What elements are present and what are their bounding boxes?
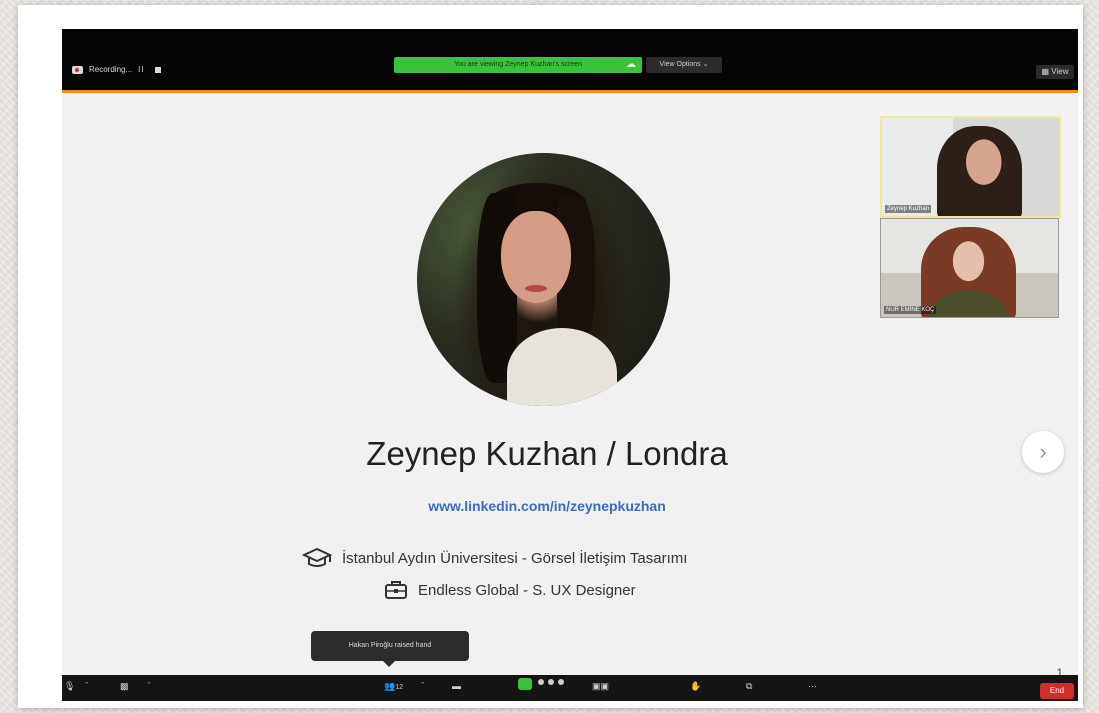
video-off-icon[interactable]: ▩ <box>120 681 129 692</box>
education-row: İstanbul Aydın Üniversitesi - Görsel İle… <box>302 547 687 569</box>
breakout-rooms-icon[interactable]: ⧉ <box>746 681 752 692</box>
slide-title: Zeynep Kuzhan / Londra <box>366 435 728 472</box>
screen-share-banner: You are viewing Zeynep Kuzhan's screen ☁ <box>394 57 642 73</box>
share-screen-icon[interactable] <box>518 678 532 690</box>
reactions-icon[interactable]: ✋ <box>690 681 701 692</box>
video-options-chevron-icon[interactable]: ⌃ <box>146 681 152 689</box>
recording-label: Recording... <box>89 65 133 74</box>
recording-icon <box>72 65 83 74</box>
screen-share-label: You are viewing Zeynep Kuzhan's screen <box>454 61 582 68</box>
record-icon[interactable]: ▣▣ <box>592 681 609 692</box>
next-page-button[interactable]: › <box>1022 431 1064 473</box>
briefcase-icon <box>385 581 407 599</box>
recording-indicator: Recording... II <box>72 65 161 74</box>
cloud-icon: ☁ <box>626 59 636 70</box>
graduation-cap-icon <box>302 547 332 567</box>
meeting-toolbar: 🎙 ⌃ ▩ ⌃ 👥12 ⌃ ▬ ▣▣ ✋ ⧉ ··· End <box>62 675 1078 701</box>
linkedin-link[interactable]: www.linkedin.com/in/zeynepkuzhan <box>62 498 1032 514</box>
view-options-button[interactable]: View Options ⌄ <box>646 57 722 73</box>
job-text: Endless Global - S. UX Designer <box>418 581 636 599</box>
zoom-meeting-window: Recording... II You are viewing Zeynep K… <box>62 29 1078 701</box>
education-text: İstanbul Aydın Üniversitesi - Görsel İle… <box>342 549 688 567</box>
participant-name: NUR EMİNE KOÇ <box>884 306 937 314</box>
meeting-top-bar: Recording... II You are viewing Zeynep K… <box>62 29 1078 93</box>
job-row: Endless Global - S. UX Designer <box>384 580 636 600</box>
microphone-icon[interactable]: 🎙 <box>64 681 75 692</box>
participants-count: 12 <box>395 684 404 691</box>
participant-video-2[interactable]: NUR EMİNE KOÇ <box>880 218 1059 318</box>
chat-icon[interactable]: ▬ <box>452 681 461 691</box>
end-meeting-button[interactable]: End <box>1040 683 1074 699</box>
participants-button[interactable]: 👥12 <box>384 681 403 692</box>
stop-recording-button[interactable] <box>154 66 161 73</box>
audio-options-chevron-icon[interactable]: ⌃ <box>84 681 90 689</box>
participants-chevron-icon[interactable]: ⌃ <box>420 681 426 689</box>
pause-recording-button[interactable]: II <box>138 65 144 74</box>
more-options-button[interactable]: ··· <box>808 681 817 691</box>
screenshot-frame: Recording... II You are viewing Zeynep K… <box>18 5 1083 708</box>
chevron-right-icon: › <box>1039 439 1047 464</box>
participant-video-1[interactable]: Zeynep Kuzhan <box>880 116 1061 218</box>
profile-photo <box>417 153 670 406</box>
raised-hand-notification: Hakan Piroğlu raised hand <box>311 631 469 667</box>
view-button-label: View <box>1051 67 1069 76</box>
participant-name: Zeynep Kuzhan <box>885 205 932 213</box>
view-button[interactable]: ▦ View <box>1036 65 1074 79</box>
share-status-dots <box>538 679 564 685</box>
